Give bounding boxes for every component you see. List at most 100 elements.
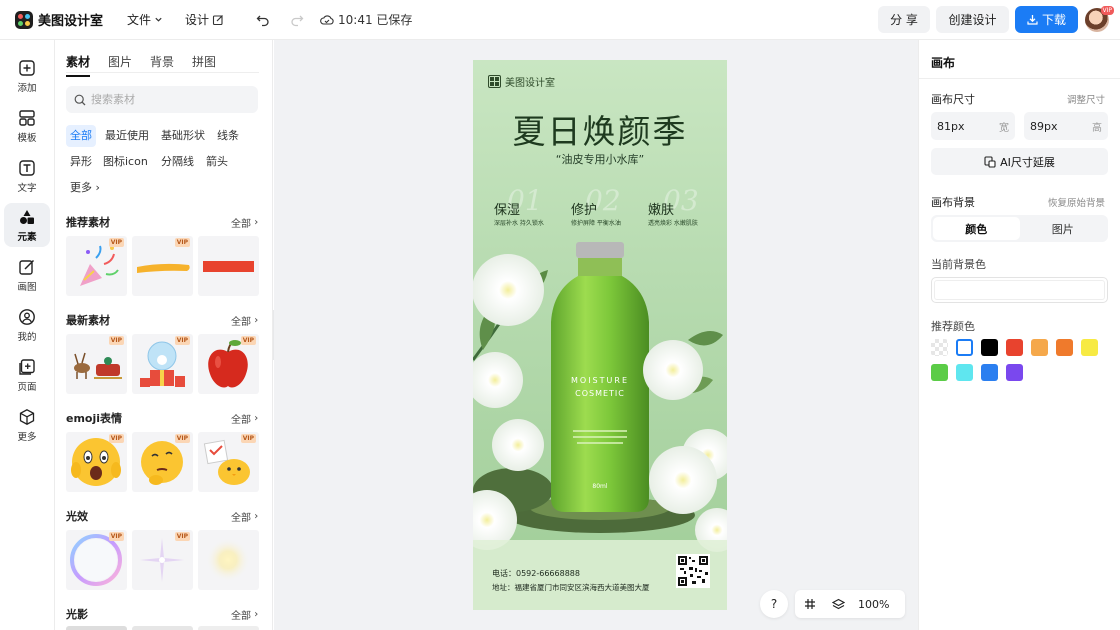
material-tile-sparkle[interactable]: VIP <box>132 530 193 590</box>
section-all-link[interactable]: 全部 › <box>231 509 258 524</box>
feature-label: 修护 <box>571 203 598 218</box>
vip-badge: VIP <box>240 434 256 443</box>
tab-background[interactable]: 背景 <box>150 53 174 77</box>
chip-arrows[interactable]: 箭头 <box>202 151 232 173</box>
download-icon <box>1027 15 1038 25</box>
material-tile-partial[interactable] <box>198 626 259 630</box>
ai-resize-button[interactable]: AI尺寸延展 <box>931 148 1108 175</box>
tab-material[interactable]: 素材 <box>66 53 91 77</box>
sidebar-item-add[interactable]: 添加 <box>4 54 50 98</box>
poster-canvas[interactable]: MOISTURE COSMETIC 80ml 美图设计室 夏日焕颜季 “油皮专用… <box>473 60 727 610</box>
section-all-link[interactable]: 全部 › <box>231 411 258 426</box>
current-bg-swatch[interactable] <box>931 277 1108 303</box>
seg-image[interactable]: 图片 <box>1020 217 1107 240</box>
color-swatch[interactable] <box>956 339 973 356</box>
sidebar-item-page[interactable]: 页面 <box>4 353 50 397</box>
material-tile-reindeer-sleigh[interactable]: VIP <box>66 334 127 394</box>
chip-more-label: 更多 <box>70 181 92 194</box>
section-all-link[interactable]: 全部 › <box>231 215 258 230</box>
color-swatch[interactable] <box>981 364 998 381</box>
sidebar-item-text[interactable]: 文字 <box>4 154 50 198</box>
share-label: 分 享 <box>890 13 918 27</box>
material-tile-yellow-stroke[interactable]: VIP <box>132 236 193 296</box>
material-tile-bubble[interactable]: VIP <box>66 530 127 590</box>
color-swatch[interactable] <box>1031 339 1048 356</box>
draw-icon <box>19 259 35 275</box>
color-swatch[interactable] <box>981 339 998 356</box>
ai-resize-label: AI尺寸延展 <box>1000 155 1055 169</box>
undo-button[interactable] <box>256 13 270 27</box>
zoom-level[interactable]: 100% <box>858 598 889 611</box>
app-logo[interactable]: 美图设计室 <box>15 10 115 29</box>
section-all-link[interactable]: 全部 › <box>231 313 258 328</box>
material-tile-red-apple[interactable]: VIP <box>198 334 259 394</box>
search-box[interactable] <box>66 86 258 113</box>
section-all-link[interactable]: 全部 › <box>231 607 258 622</box>
material-tile-chick-emoji[interactable]: VIP <box>198 432 259 492</box>
color-swatch[interactable] <box>1006 339 1023 356</box>
sidebar-item-template[interactable]: 模板 <box>4 104 50 148</box>
chip-lines[interactable]: 线条 <box>213 125 243 147</box>
sidebar-item-draw[interactable]: 画图 <box>4 253 50 297</box>
text-icon <box>19 159 35 176</box>
chip-irregular[interactable]: 异形 <box>66 151 96 173</box>
material-tile-snow-globe[interactable]: VIP <box>132 334 193 394</box>
help-button[interactable]: ? <box>760 590 788 618</box>
sidebar-item-label: 元素 <box>17 231 37 243</box>
seg-color[interactable]: 颜色 <box>933 217 1020 240</box>
sidebar-item-element[interactable]: 元素 <box>4 203 50 247</box>
tab-collage[interactable]: 拼图 <box>192 53 216 77</box>
search-input[interactable] <box>91 93 241 106</box>
material-tile-light-glow[interactable] <box>198 530 259 590</box>
download-button[interactable]: 下载 <box>1015 6 1078 33</box>
chip-more[interactable]: 更多 › <box>66 177 104 199</box>
grid-icon[interactable] <box>804 598 816 610</box>
chip-basic-shapes[interactable]: 基础形状 <box>157 125 209 147</box>
material-tile-thinking-emoji[interactable]: VIP <box>132 432 193 492</box>
chip-recent[interactable]: 最近使用 <box>101 125 153 147</box>
tabs-divider <box>66 72 259 73</box>
chip-icons[interactable]: 图标icon <box>99 151 152 173</box>
poster-logo-icon <box>488 75 501 88</box>
avatar-vip-badge: VIP <box>1100 6 1114 15</box>
restore-bg-link[interactable]: 恢复原始背景 <box>1048 195 1105 209</box>
chip-dividers[interactable]: 分隔线 <box>157 151 198 173</box>
redo-button[interactable] <box>290 13 304 27</box>
sidebar-item-mine[interactable]: 我的 <box>4 303 50 347</box>
file-menu[interactable]: 文件 <box>127 11 163 28</box>
color-swatch[interactable] <box>1081 339 1098 356</box>
color-swatch[interactable] <box>931 364 948 381</box>
height-field[interactable]: 89px 高 <box>1024 112 1108 140</box>
sidebar-item-more[interactable]: 更多 <box>4 403 50 447</box>
sidebar-item-label: 我的 <box>17 331 37 343</box>
file-menu-label: 文件 <box>127 13 152 27</box>
material-tile-red-bar[interactable] <box>198 236 259 296</box>
material-tile-partial[interactable] <box>132 626 193 630</box>
adjust-size-link[interactable]: 调整尺寸 <box>1067 92 1105 106</box>
share-button[interactable]: 分 享 <box>878 6 930 33</box>
sidebar-item-label: 画图 <box>17 281 37 293</box>
avatar[interactable]: VIP <box>1085 6 1114 32</box>
width-unit: 宽 <box>999 122 1009 134</box>
create-design-button[interactable]: 创建设计 <box>936 6 1009 33</box>
sidebar-item-label: 模板 <box>17 132 37 144</box>
material-tile-party-popper[interactable]: VIP <box>66 236 127 296</box>
poster-brand-text: 美图设计室 <box>505 78 555 89</box>
color-swatch[interactable] <box>956 364 973 381</box>
color-swatch[interactable] <box>1006 364 1023 381</box>
vip-badge: VIP <box>174 532 190 541</box>
color-swatch[interactable] <box>1056 339 1073 356</box>
color-swatch[interactable] <box>931 339 948 356</box>
design-menu[interactable]: 设计 <box>185 11 224 28</box>
width-field[interactable]: 81px 宽 <box>931 112 1015 140</box>
chip-all[interactable]: 全部 <box>66 125 96 147</box>
vip-badge: VIP <box>174 238 190 247</box>
search-icon <box>74 94 86 105</box>
layers-icon[interactable] <box>832 598 845 611</box>
tab-image[interactable]: 图片 <box>108 53 132 77</box>
vip-badge: VIP <box>240 336 256 345</box>
plus-square-icon <box>19 59 35 76</box>
material-tile-shocked-emoji[interactable]: VIP <box>66 432 127 492</box>
material-tile-partial[interactable] <box>66 626 127 630</box>
panel-divider <box>919 78 1120 79</box>
